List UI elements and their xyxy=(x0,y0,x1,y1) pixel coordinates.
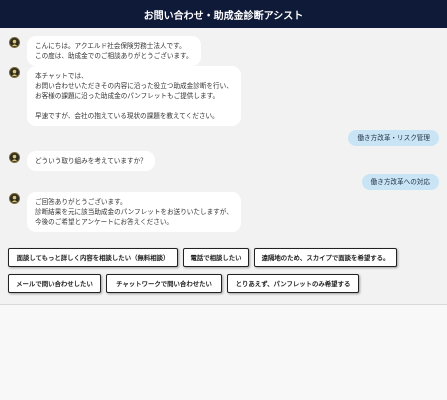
option-skype-button[interactable]: 遠隔地のため、スカイプで面談を希望する。 xyxy=(254,248,397,267)
bot-avatar-icon xyxy=(9,193,20,204)
option-chatwork-button[interactable]: チャットワークで問い合わせたい xyxy=(106,274,222,293)
bot-message-text: どういう取り組みを考えていますか？ xyxy=(27,151,155,171)
bot-avatar-icon xyxy=(9,152,20,163)
bot-message-text: 本チャットでは、 お問い合わせいただきその内容に沿った役立つ助成金診断を行い、 … xyxy=(27,66,241,126)
option-pamphlet-button[interactable]: とりあえず、パンフレットのみ希望する xyxy=(227,274,359,293)
chat-header: お問い合わせ・助成金診断アシスト xyxy=(0,0,447,28)
bot-avatar-icon xyxy=(9,37,20,48)
bot-message: どういう取り組みを考えていますか？ xyxy=(9,151,155,171)
bot-avatar-icon xyxy=(9,67,20,78)
bot-message: 本チャットでは、 お問い合わせいただきその内容に沿った役立つ助成金診断を行い、 … xyxy=(9,66,241,126)
bot-message-text: こんにちは。アクエルド社会保険労務士法人です。 この度は、助成金でのご相談ありが… xyxy=(27,36,201,66)
user-message: 働き方改革・リスク管理 xyxy=(348,130,439,146)
bot-message: こんにちは。アクエルド社会保険労務士法人です。 この度は、助成金でのご相談ありが… xyxy=(9,36,201,66)
user-message: 働き方改革への対応 xyxy=(361,174,439,190)
option-phone-button[interactable]: 電話で相談したい xyxy=(183,248,249,267)
input-area xyxy=(0,304,447,400)
bot-message-text: ご回答ありがとうございます。 診断結果を元に該当助成金のパンフレットをお送りいた… xyxy=(27,192,241,232)
option-consultation-button[interactable]: 面談してもっと詳しく内容を相談したい（無料相談） xyxy=(8,248,178,267)
bot-message: ご回答ありがとうございます。 診断結果を元に該当助成金のパンフレットをお送りいた… xyxy=(9,192,241,232)
header-title: お問い合わせ・助成金診断アシスト xyxy=(143,10,304,22)
option-email-button[interactable]: メールで問い合わせしたい xyxy=(8,274,101,293)
